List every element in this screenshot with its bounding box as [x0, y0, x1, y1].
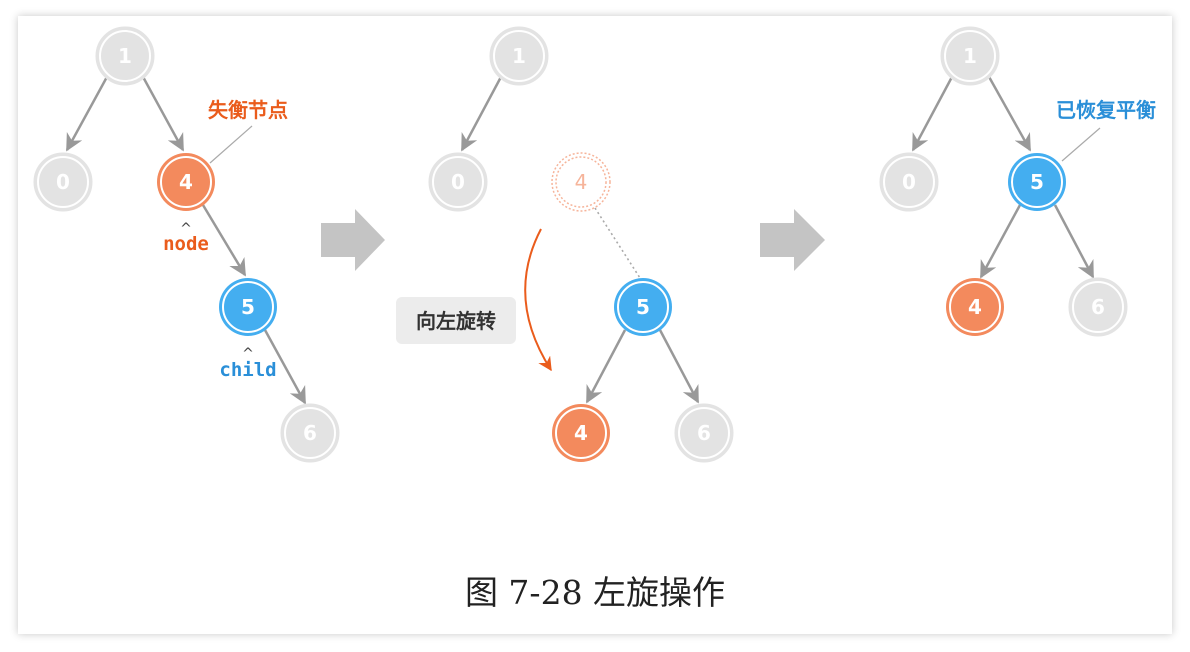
tree-node-0: 0	[879, 152, 939, 212]
imbalanced-leader-line	[209, 125, 253, 164]
imbalanced-node-label: 失衡节点	[208, 98, 288, 122]
tree-node-5: 5	[1008, 153, 1066, 211]
panel-rotating: 1 0 4 5 4 6 向左旋转	[396, 26, 734, 463]
tree-node-4: 4	[946, 278, 1004, 336]
svg-text:0: 0	[56, 170, 70, 194]
edge-5-4	[585, 329, 627, 404]
svg-text:6: 6	[1091, 295, 1105, 319]
edge-1-0	[911, 74, 955, 152]
rebalanced-label: 已恢复平衡	[1056, 98, 1156, 122]
svg-text:1: 1	[963, 44, 977, 68]
svg-text:4: 4	[179, 170, 193, 194]
rotate-left-label: 向左旋转	[416, 309, 496, 333]
svg-text:6: 6	[697, 421, 711, 445]
tree-node-1: 1	[940, 26, 1000, 86]
panel-before: 1 0 4 5 6 失衡节点 ^ node ^ child	[33, 26, 340, 463]
tree-node-5: 5	[614, 278, 672, 336]
tree-node-6: 6	[280, 403, 340, 463]
tree-node-5-child: 5	[219, 278, 277, 336]
rebalanced-leader-line	[1061, 127, 1101, 162]
node-pointer-label: node	[163, 233, 209, 255]
tree-node-6: 6	[1068, 277, 1128, 337]
svg-text:0: 0	[451, 170, 465, 194]
svg-text:4: 4	[968, 295, 982, 319]
svg-text:4: 4	[575, 170, 588, 194]
tree-node-0: 0	[428, 152, 488, 212]
svg-text:1: 1	[118, 44, 132, 68]
ghost-link-4-5	[594, 207, 641, 279]
edge-1-0	[65, 74, 110, 152]
tree-node-1: 1	[95, 26, 155, 86]
avl-left-rotation-diagram: 1 0 4 5 6 失衡节点 ^ node ^ child 1 0 4 5 4 …	[33, 26, 1156, 463]
svg-text:4: 4	[574, 421, 588, 445]
edge-1-5	[986, 74, 1032, 152]
svg-text:1: 1	[512, 44, 526, 68]
edge-5-6	[658, 329, 700, 404]
rotation-arc-arrow	[524, 228, 552, 372]
transition-arrow-2	[760, 209, 825, 271]
child-pointer-label: child	[219, 359, 276, 381]
svg-text:5: 5	[241, 295, 255, 319]
svg-text:5: 5	[1030, 170, 1044, 194]
tree-node-0: 0	[33, 152, 93, 212]
edge-4-5	[201, 204, 247, 277]
tree-node-4-imbalanced: 4	[157, 153, 215, 211]
edge-5-6	[1053, 204, 1095, 279]
tree-node-1: 1	[489, 26, 549, 86]
transition-arrow-1	[321, 209, 385, 271]
edge-1-0	[460, 74, 504, 152]
edge-1-4	[140, 74, 185, 152]
tree-node-4-ghost: 4	[551, 152, 611, 212]
panel-after: 1 0 5 4 6 已恢复平衡	[879, 26, 1156, 337]
svg-text:5: 5	[636, 295, 650, 319]
tree-node-6: 6	[674, 403, 734, 463]
svg-text:6: 6	[303, 421, 317, 445]
tree-node-4: 4	[552, 404, 610, 462]
edge-5-4	[979, 204, 1022, 279]
figure-caption: 图 7-28 左旋操作	[464, 573, 726, 612]
svg-text:0: 0	[902, 170, 916, 194]
